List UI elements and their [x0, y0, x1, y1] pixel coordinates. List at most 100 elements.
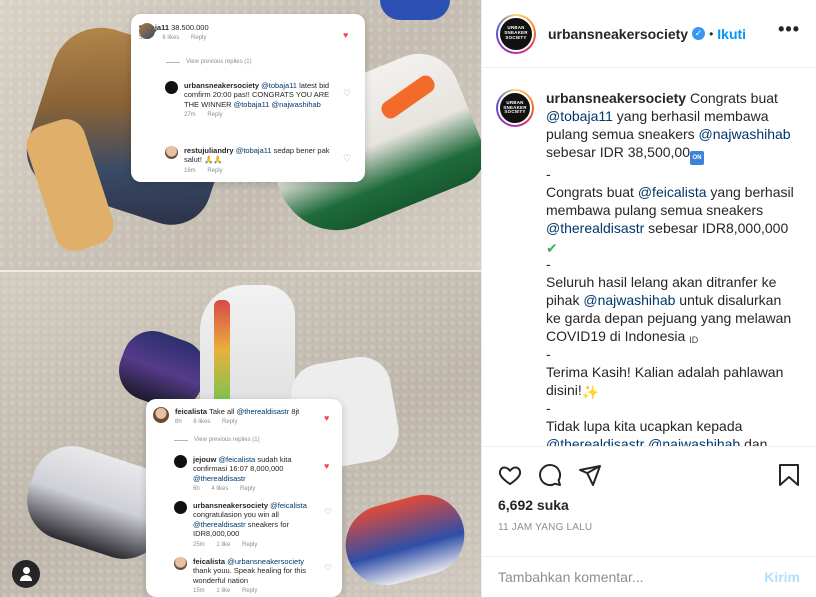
- caption-mention[interactable]: @feicalista: [638, 184, 707, 200]
- comment-time: 27m: [184, 112, 196, 119]
- post-header: URBAN SNEAKER SOCIETY urbansneakersociet…: [482, 0, 816, 68]
- header-username[interactable]: urbansneakersociety: [548, 26, 688, 42]
- heart-icon: ♥: [324, 413, 330, 423]
- comment-likes: 1 like: [216, 541, 231, 548]
- avatar: [165, 81, 178, 94]
- heart-icon: ♡: [343, 153, 352, 163]
- comment-username: urbansneakersociety: [193, 501, 269, 510]
- on-emoji-icon: ON: [689, 151, 704, 165]
- comment-mention: @tobaja11: [233, 99, 270, 109]
- post-timestamp[interactable]: 11 JAM YANG LALU: [498, 522, 592, 533]
- comment-mention: @urbansneakersociety: [227, 557, 305, 566]
- comment-item: urbansneakersociety @tobaja11 latest bid…: [165, 81, 330, 120]
- comment-item: feicalista @urbansneakersociety thank yo…: [174, 557, 319, 596]
- comment-reply: Reply: [207, 112, 223, 119]
- comment-text: Take all: [209, 407, 235, 416]
- comment-mention: @tobaja11: [235, 146, 272, 155]
- comment-screenshot-card: feicalista Take all @therealdisastr 8jt …: [146, 399, 342, 597]
- comment-mention: @therealdisastr: [193, 519, 246, 529]
- comment-mention: @feicalista: [218, 455, 256, 464]
- post-actions: 6,692 suka 11 JAM YANG LALU: [482, 446, 816, 556]
- brand-logo: URBAN SNEAKER SOCIETY: [498, 15, 534, 52]
- sparkle-emoji-icon: ✨: [581, 384, 600, 400]
- comment-input[interactable]: [498, 569, 765, 585]
- comment-item: feicalista Take all @therealdisastr 8jt …: [153, 407, 323, 427]
- caption-mention[interactable]: @najwashihab: [648, 436, 740, 446]
- comment-username: restujuliandry: [184, 146, 234, 155]
- caption-dash: -: [546, 400, 551, 416]
- comment-reply: Reply: [222, 419, 238, 426]
- caption-dash: -: [546, 166, 551, 182]
- comment-time: 16m: [184, 167, 196, 174]
- comment-icon[interactable]: [538, 463, 562, 487]
- caption-mention[interactable]: @therealdisastr: [546, 220, 644, 236]
- comment-username: jejouw: [193, 455, 217, 464]
- heart-icon: ♥: [343, 30, 349, 40]
- bookmark-icon[interactable]: [778, 463, 800, 487]
- caption-mention[interactable]: @najwashihab: [583, 292, 675, 308]
- caption-line: Tidak lupa kita ucapkan kepada: [546, 418, 743, 434]
- comment-item: restujuliandry @tobaja11 sedap bener pak…: [165, 146, 330, 175]
- comment-username: feicalista: [193, 557, 226, 566]
- brand-logo: URBAN SNEAKER SOCIETY: [498, 91, 532, 125]
- comment-mention: @tobaja11: [261, 81, 297, 90]
- comment-item: jejouw @feicalista sudah kita confirmasi…: [174, 455, 319, 494]
- caption-dash: -: [546, 346, 551, 362]
- view-previous-replies: View previous replies (1): [174, 437, 260, 443]
- heart-icon: ♡: [324, 563, 333, 573]
- heart-icon: ♡: [324, 507, 333, 517]
- heart-icon: ♥: [324, 461, 330, 471]
- more-icon[interactable]: •••: [778, 20, 800, 38]
- share-icon[interactable]: [578, 463, 602, 487]
- caption-mention[interactable]: @najwashihab: [699, 126, 791, 142]
- comment-time: 8h: [175, 419, 182, 426]
- post-sidebar: URBAN SNEAKER SOCIETY urbansneakersociet…: [481, 0, 816, 597]
- comment-likes: 6 likes: [193, 419, 211, 426]
- comment-reply: Reply: [240, 486, 256, 493]
- comment-form: Kirim: [482, 556, 816, 597]
- comment-likes: 4 likes: [211, 486, 229, 493]
- comment-likes: 1 like: [216, 588, 231, 595]
- heart-icon: ♡: [343, 88, 352, 98]
- comment-username: urbansneakersociety: [184, 81, 260, 90]
- comment-screenshot-card: tobaja11 38.500.000 50m 6 likes Reply ♥ …: [131, 14, 365, 182]
- comment-text: 8jt: [291, 407, 300, 416]
- comment-time: 6h: [193, 486, 200, 493]
- comment-text: 38.500.000: [171, 23, 209, 32]
- heart-icon[interactable]: [498, 463, 522, 487]
- caption-line: Congrats buat: [546, 184, 634, 200]
- caption-mention[interactable]: @tobaja11: [546, 108, 613, 124]
- user-icon[interactable]: [12, 560, 40, 588]
- comment-time: 25m: [193, 541, 205, 548]
- comment-reply: Reply: [242, 541, 258, 548]
- caption-line: sebesar IDR 38,500,00: [546, 144, 690, 160]
- avatar[interactable]: URBAN SNEAKER SOCIETY: [496, 13, 536, 54]
- like-count[interactable]: 6,692 suka: [498, 497, 569, 513]
- post-comment-button[interactable]: Kirim: [764, 569, 800, 585]
- caption-line: dan: [744, 436, 768, 446]
- comment-time: 15m: [193, 588, 205, 595]
- comment-username: feicalista: [175, 407, 208, 416]
- comment-reply: Reply: [242, 588, 258, 595]
- check-emoji-icon: ✔: [546, 240, 558, 256]
- separator: •: [709, 26, 714, 41]
- verified-icon: ✓: [692, 27, 706, 40]
- follow-button[interactable]: Ikuti: [717, 26, 746, 42]
- caption-line: sebesar IDR8,000,000: [648, 220, 789, 236]
- caption: URBAN SNEAKER SOCIETY urbansneakersociet…: [482, 69, 816, 446]
- caption-line: Congrats buat: [689, 90, 778, 106]
- caption-text: urbansneakersociety Congrats buat @tobaj…: [546, 89, 796, 446]
- avatar[interactable]: URBAN SNEAKER SOCIETY: [496, 89, 534, 127]
- avatar: [139, 23, 155, 39]
- caption-mention[interactable]: @therealdisastr: [546, 436, 644, 446]
- avatar: [153, 407, 169, 423]
- flag-emoji-icon: ID: [689, 335, 699, 345]
- caption-dash: -: [546, 256, 551, 272]
- post-image[interactable]: tobaja11 38.500.000 50m 6 likes Reply ♥ …: [0, 0, 481, 597]
- view-previous-replies: View previous replies (1): [166, 59, 252, 65]
- comment-reply: Reply: [207, 167, 223, 174]
- clap-emoji: 🙏🙏: [204, 155, 223, 165]
- caption-username[interactable]: urbansneakersociety: [546, 90, 686, 106]
- comment-text: congratulasion you win all: [193, 510, 279, 520]
- sneaker-shape: [380, 0, 450, 20]
